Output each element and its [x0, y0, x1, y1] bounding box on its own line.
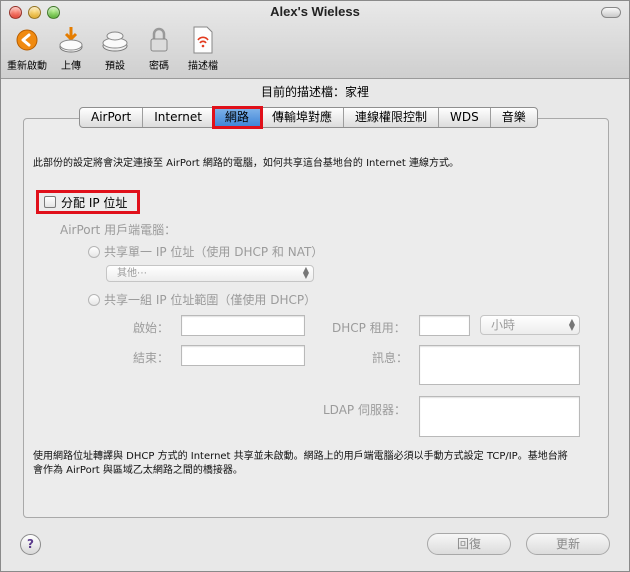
- footnote-text: 使用網路位址轉譯與 DHCP 方式的 Internet 共享並未啟動。網路上的用…: [33, 451, 568, 476]
- start-label: 啟始：: [133, 321, 170, 335]
- window-title: Alex's Wieless: [270, 4, 360, 19]
- tab-port-mapping[interactable]: 傳輸埠對應: [261, 108, 344, 127]
- share-range-option[interactable]: 共享一組 IP 位址範圍（僅使用 DHCP）: [88, 291, 316, 308]
- network-description: 此部份的設定將會決定連接至 AirPort 網路的電腦，如何共享這台基地台的 I…: [33, 158, 459, 169]
- share-range-radio[interactable]: [88, 294, 100, 306]
- toolbar: 重新啟動 上傳 預設 密碼 描述檔: [5, 25, 225, 72]
- upload-label: 上傳: [61, 61, 81, 72]
- defaults-button[interactable]: 預設: [93, 25, 137, 72]
- profiles-button[interactable]: 描述檔: [181, 25, 225, 72]
- end-label: 結束：: [133, 351, 170, 365]
- start-address-field[interactable]: [181, 315, 305, 336]
- defaults-label: 預設: [105, 61, 125, 72]
- share-single-label: 共享單一 IP 位址（使用 DHCP 和 NAT）: [104, 245, 324, 259]
- update-button[interactable]: 更新: [526, 533, 610, 555]
- airport-utility-window: Alex's Wieless 重新啟動 上傳 預設 密碼 描述檔 目前的描述檔：…: [0, 0, 630, 572]
- restart-button[interactable]: 重新啟動: [5, 25, 49, 72]
- password-button[interactable]: 密碼: [137, 25, 181, 72]
- help-button[interactable]: ?: [20, 534, 41, 555]
- tab-internet[interactable]: Internet: [143, 108, 214, 127]
- share-single-option[interactable]: 共享單一 IP 位址（使用 DHCP 和 NAT）: [88, 243, 323, 260]
- end-address-field[interactable]: [181, 345, 305, 366]
- message-field[interactable]: [419, 345, 580, 385]
- lease-unit-value: 小時: [491, 318, 516, 332]
- tab-airport[interactable]: AirPort: [80, 108, 144, 127]
- revert-button[interactable]: 回復: [427, 533, 511, 555]
- distribute-ip-label: 分配 IP 位址: [61, 195, 128, 210]
- tab-music[interactable]: 音樂: [491, 108, 537, 127]
- tab-access-control[interactable]: 連線權限控制: [344, 108, 439, 127]
- share-single-popup-value: 其他⋯: [117, 268, 147, 279]
- ldap-label: LDAP 伺服器：: [323, 403, 406, 417]
- distribute-ip-checkbox[interactable]: [44, 196, 56, 208]
- restart-label: 重新啟動: [7, 61, 47, 72]
- lock-icon: [150, 27, 168, 52]
- upload-button[interactable]: 上傳: [49, 25, 93, 72]
- ldap-server-field[interactable]: [419, 396, 580, 437]
- toolbar-toggle-button[interactable]: [601, 7, 621, 18]
- restart-icon: [16, 29, 38, 51]
- password-label: 密碼: [149, 61, 169, 72]
- popup-arrows-icon: ▲ ▼: [568, 317, 575, 332]
- title-toolbar: Alex's Wieless 重新啟動 上傳 預設 密碼 描述檔: [1, 1, 629, 79]
- message-label: 訊息：: [372, 351, 409, 365]
- profiles-label: 描述檔: [188, 61, 218, 72]
- share-single-popup[interactable]: 其他⋯ ▲ ▼: [106, 265, 314, 282]
- upload-icon: [59, 27, 83, 53]
- share-range-label: 共享一組 IP 位址範圍（僅使用 DHCP）: [104, 293, 317, 307]
- current-profile: 目前的描述檔：家裡: [260, 85, 369, 99]
- clients-label: AirPort 用戶端電腦：: [60, 223, 177, 237]
- tab-bar: AirPort Internet 網路 傳輸埠對應 連線權限控制 WDS 音樂: [79, 106, 538, 129]
- lease-unit-popup[interactable]: 小時 ▲ ▼: [480, 315, 580, 335]
- lease-duration-field[interactable]: [419, 315, 470, 336]
- lease-label: DHCP 租用：: [332, 321, 406, 335]
- tab-network[interactable]: 網路: [211, 106, 263, 129]
- base-station-icon: [102, 31, 128, 52]
- popup-arrows-icon: ▲ ▼: [302, 265, 309, 280]
- distribute-ip-option[interactable]: 分配 IP 位址: [36, 190, 140, 214]
- profile-document-icon: [193, 26, 213, 54]
- tab-wds[interactable]: WDS: [439, 108, 491, 127]
- share-single-radio[interactable]: [88, 246, 100, 258]
